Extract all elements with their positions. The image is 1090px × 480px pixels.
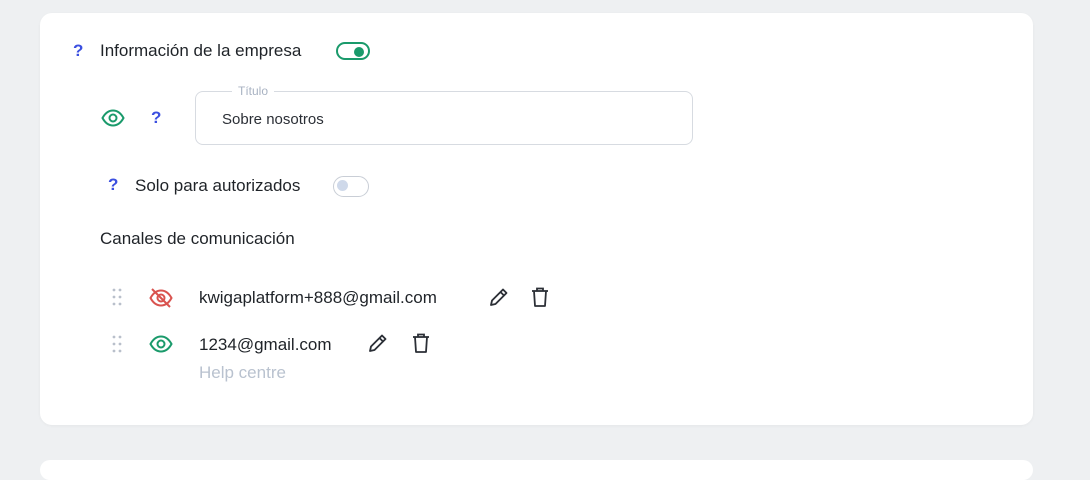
channel-subtitle: Help centre [199, 363, 286, 382]
title-field-label: Título [232, 83, 275, 99]
drag-handle-icon[interactable] [112, 335, 122, 358]
title-input[interactable] [222, 108, 662, 130]
drag-handle-icon[interactable] [112, 288, 122, 311]
authorized-help-icon[interactable]: ? [108, 175, 118, 195]
channel-row: kwigaplatform+888@gmail.com [40, 281, 1033, 315]
delete-trash-icon[interactable] [529, 286, 551, 313]
delete-trash-icon[interactable] [410, 332, 432, 359]
eye-icon[interactable] [149, 335, 173, 358]
channels-title: Canales de comunicación [100, 229, 295, 248]
company-info-card: ? Información de la empresa ? Título ? S… [40, 13, 1033, 425]
channel-email: 1234@gmail.com [199, 335, 332, 354]
company-info-toggle[interactable] [336, 42, 370, 60]
toggle-knob [354, 47, 364, 57]
company-info-help-icon[interactable]: ? [73, 41, 83, 61]
next-card [40, 460, 1033, 480]
company-info-title: Información de la empresa [100, 41, 302, 60]
authorized-toggle[interactable] [333, 176, 369, 197]
channel-row: 1234@gmail.com Help centre [40, 328, 1033, 388]
authorized-label: Solo para autorizados [135, 176, 301, 195]
title-field: Título [195, 83, 693, 145]
title-visibility-eye-icon[interactable] [101, 109, 125, 132]
edit-pencil-icon[interactable] [367, 332, 389, 359]
channel-email: kwigaplatform+888@gmail.com [199, 288, 437, 307]
eye-off-icon[interactable] [149, 288, 173, 313]
edit-pencil-icon[interactable] [488, 286, 510, 313]
toggle-knob [337, 180, 348, 191]
title-help-icon[interactable]: ? [151, 108, 161, 128]
